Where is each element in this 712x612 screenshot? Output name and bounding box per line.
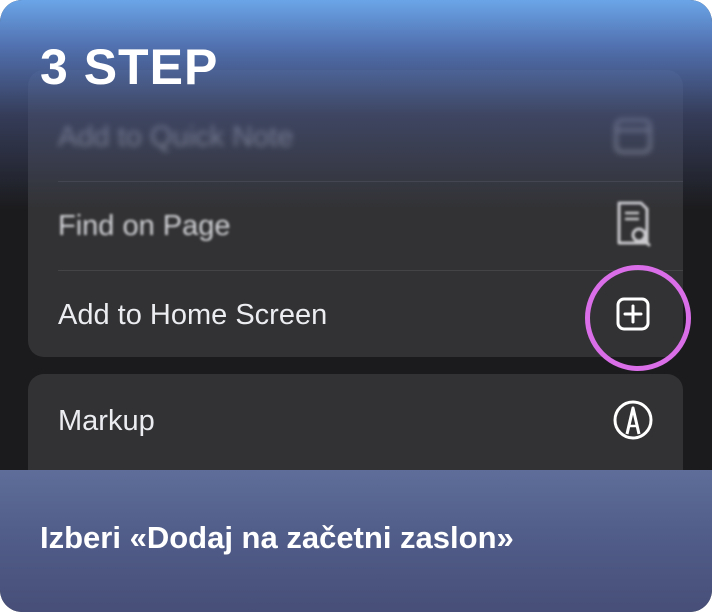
tutorial-card: Add to Quick Note Find on Page Add to Ho… xyxy=(0,0,712,612)
menu-item-label: Markup xyxy=(58,405,155,437)
find-on-page-icon xyxy=(609,197,657,253)
highlight-ring xyxy=(585,265,691,371)
menu-item-label: Find on Page xyxy=(58,210,231,242)
menu-item-label: Add to Quick Note xyxy=(58,121,294,153)
menu-item-label: Add to Home Screen xyxy=(58,299,328,331)
menu-item-find-on-page[interactable]: Find on Page xyxy=(28,181,683,270)
markup-pen-icon xyxy=(609,392,657,448)
step-title: 3 STEP xyxy=(40,39,219,95)
quick-note-icon xyxy=(609,108,657,164)
instruction-text: Izberi «Dodaj na začetni zaslon» xyxy=(40,520,514,555)
menu-item-add-to-quick-note[interactable]: Add to Quick Note xyxy=(28,92,683,181)
instruction-panel: Izberi «Dodaj na začetni zaslon» xyxy=(0,470,712,612)
menu-item-markup[interactable]: Markup xyxy=(28,376,683,465)
